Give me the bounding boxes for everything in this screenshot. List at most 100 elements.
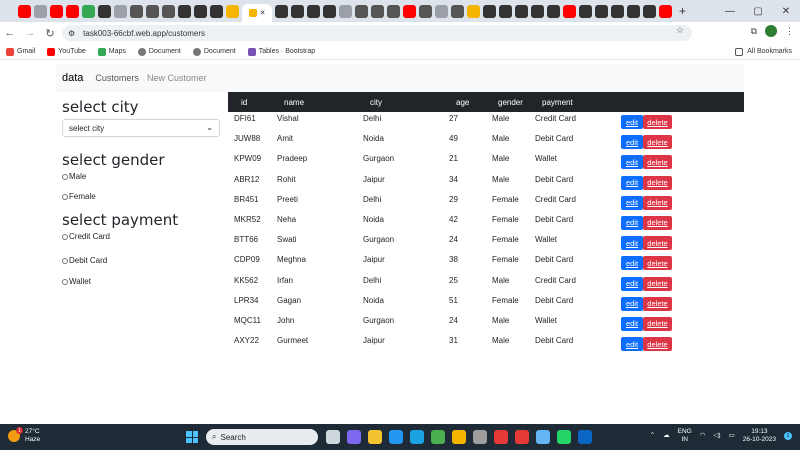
notification-badge[interactable]: 1: [784, 432, 792, 440]
browser-tab[interactable]: [18, 4, 31, 18]
battery-icon[interactable]: ▭: [729, 432, 735, 440]
chrome-icon[interactable]: [494, 430, 508, 444]
payment-option-debit-card[interactable]: Debit Card: [62, 256, 222, 265]
all-bookmarks[interactable]: All Bookmarks: [735, 47, 792, 56]
browser-tab[interactable]: [659, 4, 672, 18]
browser-tab[interactable]: [194, 4, 207, 18]
windows-start-icon[interactable]: [186, 431, 198, 443]
browser-tab[interactable]: [210, 4, 223, 18]
browser-tab[interactable]: [643, 4, 656, 18]
bookmark-bootstrap[interactable]: Tables · Bootstrap: [247, 47, 315, 56]
bookmark-youtube[interactable]: YouTube: [47, 47, 86, 56]
browser-tab[interactable]: [611, 4, 624, 18]
edge-icon[interactable]: [410, 430, 424, 444]
browser-tab[interactable]: [627, 4, 640, 18]
browser-tab[interactable]: [467, 4, 480, 18]
browser-tab[interactable]: [435, 4, 448, 18]
browser-tab[interactable]: [275, 4, 288, 18]
app-icon[interactable]: [515, 430, 529, 444]
radio-button[interactable]: [62, 193, 68, 200]
radio-button[interactable]: [62, 173, 68, 180]
edit-button[interactable]: edit: [621, 155, 643, 170]
browser-tab[interactable]: [387, 4, 400, 18]
extensions-icon[interactable]: ⧉: [751, 26, 757, 37]
language-indicator[interactable]: ENG IN: [678, 428, 692, 444]
widgets-icon[interactable]: [431, 430, 445, 444]
radio-button[interactable]: [62, 257, 68, 264]
edit-button[interactable]: edit: [621, 276, 643, 291]
bookmark-document-1[interactable]: Document: [137, 47, 181, 56]
browser-tab[interactable]: [82, 4, 95, 18]
browser-tab[interactable]: [66, 4, 79, 18]
delete-button[interactable]: delete: [643, 337, 672, 352]
file-explorer-icon[interactable]: [368, 430, 382, 444]
taskbar-search[interactable]: ⌕ Search: [206, 429, 318, 445]
minimize-button[interactable]: —: [716, 6, 744, 17]
taskview-icon[interactable]: [326, 430, 340, 444]
bookmark-star-icon[interactable]: ☆: [676, 25, 684, 36]
chat-icon[interactable]: [347, 430, 361, 444]
delete-button[interactable]: delete: [643, 215, 672, 230]
edit-button[interactable]: edit: [621, 337, 643, 352]
gender-option-female[interactable]: Female: [62, 192, 222, 201]
forward-icon[interactable]: →: [20, 27, 40, 39]
browser-tab[interactable]: [355, 4, 368, 18]
browser-tab[interactable]: [226, 4, 239, 18]
photos-icon[interactable]: [536, 430, 550, 444]
bookmark-gmail[interactable]: Gmail: [6, 47, 35, 56]
city-select[interactable]: select city ⌄: [62, 119, 220, 137]
navbar-brand[interactable]: data: [62, 72, 83, 84]
browser-tab[interactable]: [50, 4, 63, 18]
delete-button[interactable]: delete: [643, 135, 672, 150]
radio-button[interactable]: [62, 233, 68, 240]
browser-tab[interactable]: [307, 4, 320, 18]
edit-button[interactable]: edit: [621, 215, 643, 230]
edit-button[interactable]: edit: [621, 296, 643, 311]
menu-icon[interactable]: ⋮: [785, 26, 794, 37]
browser-tab[interactable]: [339, 4, 352, 18]
browser-tab[interactable]: [178, 4, 191, 18]
linkedin-icon[interactable]: [578, 430, 592, 444]
delete-button[interactable]: delete: [643, 195, 672, 210]
store-icon[interactable]: [389, 430, 403, 444]
edit-button[interactable]: edit: [621, 135, 643, 150]
bookmark-document-2[interactable]: Document: [192, 47, 236, 56]
nav-link-new-customer[interactable]: New Customer: [147, 73, 207, 83]
nav-link-customers[interactable]: Customers: [95, 73, 139, 83]
edit-button[interactable]: edit: [621, 175, 643, 190]
browser-tab[interactable]: [595, 4, 608, 18]
browser-tab[interactable]: [531, 4, 544, 18]
delete-button[interactable]: delete: [643, 175, 672, 190]
volume-icon[interactable]: ◁): [713, 432, 720, 440]
edit-button[interactable]: edit: [621, 115, 643, 129]
chevron-up-icon[interactable]: ⌃: [650, 432, 655, 440]
payment-option-credit-card[interactable]: Credit Card: [62, 232, 222, 241]
delete-button[interactable]: delete: [643, 115, 672, 129]
camera-icon[interactable]: [473, 430, 487, 444]
whatsapp-icon[interactable]: [557, 430, 571, 444]
url-bar[interactable]: ⚙ task003-66cbf.web.app/customers ☆: [62, 25, 692, 41]
new-tab-button[interactable]: +: [679, 4, 686, 18]
delete-button[interactable]: delete: [643, 296, 672, 311]
edit-button[interactable]: edit: [621, 256, 643, 271]
browser-tab[interactable]: [146, 4, 159, 18]
browser-tab[interactable]: [499, 4, 512, 18]
cloud-icon[interactable]: ☁: [663, 432, 670, 440]
payment-option-wallet[interactable]: Wallet: [62, 277, 222, 286]
browser-tab-active[interactable]: ✕: [242, 4, 272, 22]
edit-button[interactable]: edit: [621, 195, 643, 210]
browser-tab[interactable]: [114, 4, 127, 18]
browser-tab[interactable]: [579, 4, 592, 18]
browser-tab[interactable]: [403, 4, 416, 18]
weather-widget[interactable]: 1 27°C Haze: [8, 427, 40, 444]
browser-tab[interactable]: [547, 4, 560, 18]
radio-button[interactable]: [62, 278, 68, 285]
browser-tab[interactable]: [323, 4, 336, 18]
browser-tab[interactable]: [291, 4, 304, 18]
delete-button[interactable]: delete: [643, 256, 672, 271]
clock[interactable]: 19:13 26-10-2023: [743, 428, 776, 444]
browser-tab[interactable]: [451, 4, 464, 18]
delete-button[interactable]: delete: [643, 316, 672, 331]
close-tab-icon[interactable]: ✕: [260, 9, 266, 17]
browser-tab[interactable]: [162, 4, 175, 18]
